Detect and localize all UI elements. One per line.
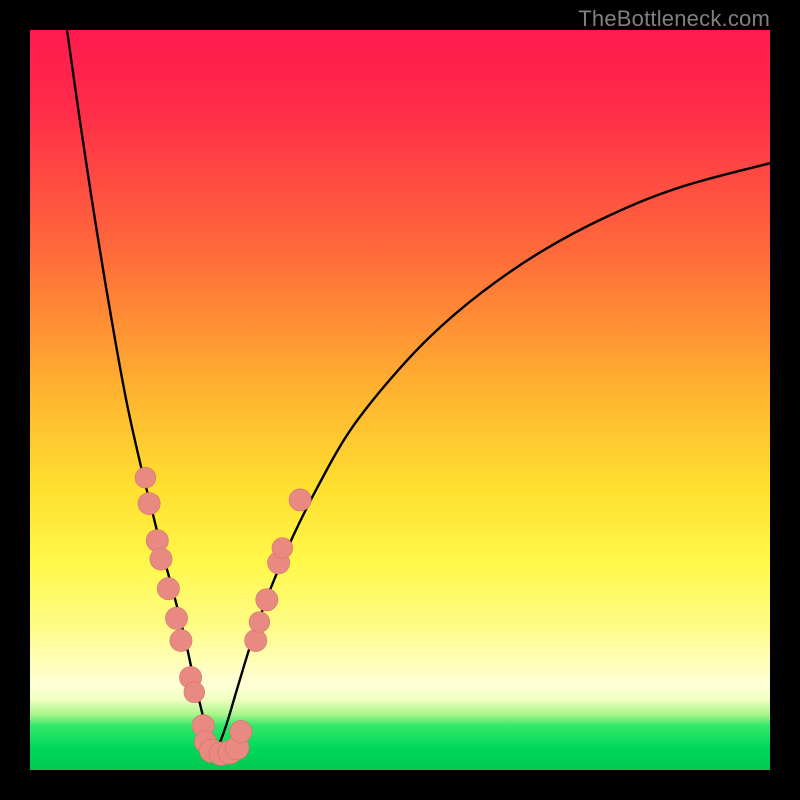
marker-dot bbox=[138, 493, 160, 515]
marker-dot bbox=[230, 720, 252, 742]
marker-dot bbox=[289, 489, 311, 511]
marker-group bbox=[135, 467, 311, 765]
marker-dot bbox=[135, 467, 156, 488]
marker-dot bbox=[150, 548, 172, 570]
marker-dot bbox=[272, 538, 293, 559]
marker-dot bbox=[184, 682, 205, 703]
marker-dot bbox=[157, 578, 179, 600]
left-curve bbox=[67, 30, 215, 755]
marker-dot bbox=[256, 589, 278, 611]
chart-svg bbox=[30, 30, 770, 770]
outer-frame: TheBottleneck.com bbox=[0, 0, 800, 800]
marker-dot bbox=[170, 629, 192, 651]
plot-area bbox=[30, 30, 770, 770]
attribution-text: TheBottleneck.com bbox=[578, 6, 770, 32]
marker-dot bbox=[249, 612, 270, 633]
marker-dot bbox=[245, 629, 267, 651]
right-curve bbox=[215, 163, 770, 755]
marker-dot bbox=[165, 607, 187, 629]
